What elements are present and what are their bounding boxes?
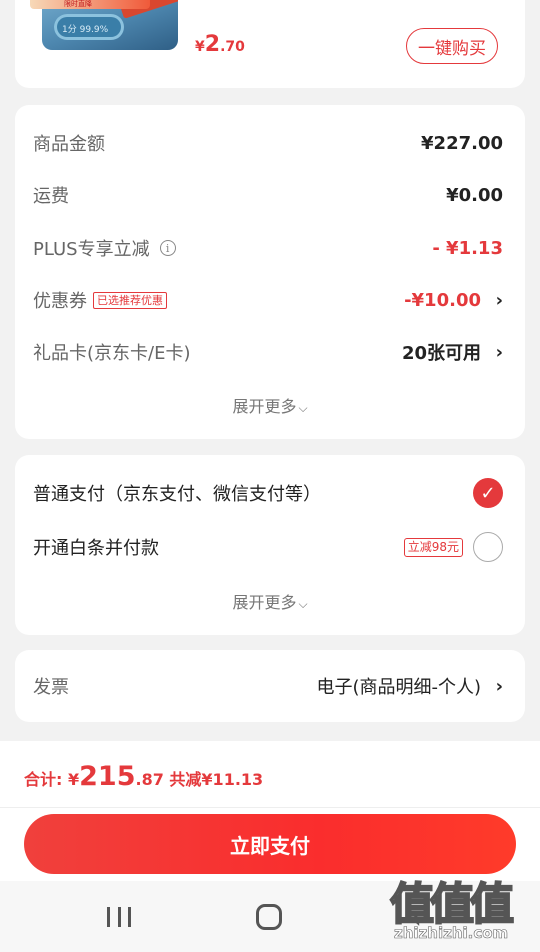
chevron-right-icon: › <box>495 289 503 311</box>
total-saved: 共减¥11.13 <box>169 770 264 789</box>
row-value: - ¥1.13 <box>432 237 503 259</box>
price-dec: .70 <box>220 39 245 55</box>
pay-now-button[interactable]: 立即支付 <box>24 814 516 874</box>
payment-option-label: 普通支付（京东支付、微信支付等） <box>33 484 321 505</box>
site-watermark: 值值值 zhizhizhi.com <box>389 868 536 948</box>
row-label: 商品金额 <box>33 134 105 155</box>
summary-row-goods-amount: 商品金额 ¥227.00 <box>33 128 503 158</box>
summary-row-shipping: 运费 ¥0.00 <box>33 180 503 210</box>
chevron-down-icon: ⌵ <box>298 401 308 415</box>
order-total: 合计: ¥215.87 共减¥11.13 <box>24 761 263 792</box>
invoice-card[interactable]: 发票 电子(商品明细-个人) › <box>15 650 525 722</box>
info-icon[interactable]: i <box>159 240 176 256</box>
total-dec: .87 <box>135 770 164 789</box>
recent-apps-icon[interactable] <box>107 907 131 927</box>
watermark-site: zhizhizhi.com <box>394 924 509 943</box>
watermark-logo: 值值值 <box>389 878 515 931</box>
summary-row-coupon[interactable]: 优惠券 已选推荐优惠 -¥10.00 › <box>33 285 503 315</box>
row-label: 优惠券 <box>33 291 87 312</box>
total-int: 215 <box>79 761 136 792</box>
price-int: 2 <box>204 32 221 57</box>
promo-banner-text: 限时直降 <box>64 0 92 8</box>
product-price: ¥2.70 <box>195 32 245 57</box>
chevron-right-icon: › <box>495 341 503 363</box>
total-label: 合计: <box>24 770 63 789</box>
check-icon[interactable]: ✓ <box>473 478 503 508</box>
chevron-right-icon: › <box>495 675 503 697</box>
order-summary-card: 商品金额 ¥227.00 运费 ¥0.00 PLUS专享立减 i - ¥1.13… <box>15 105 525 439</box>
total-symbol: ¥ <box>67 770 80 789</box>
expand-more-button[interactable]: 展开更多 ⌵ <box>15 589 525 613</box>
divider <box>0 807 540 808</box>
invoice-value: 电子(商品明细-个人) <box>316 677 481 698</box>
row-value: ¥227.00 <box>421 132 503 154</box>
home-icon[interactable] <box>256 904 282 930</box>
payment-option-normal[interactable]: 普通支付（京东支付、微信支付等） ✓ <box>33 478 503 508</box>
thumbnail-tag: 1分 99.9% <box>62 25 109 35</box>
payment-option-label: 开通白条并付款 <box>33 538 159 559</box>
coupon-badge: 已选推荐优惠 <box>93 291 167 309</box>
invoice-label: 发票 <box>33 677 69 698</box>
row-value: ¥0.00 <box>446 184 503 206</box>
row-value: 20张可用 <box>401 343 481 364</box>
radio-button[interactable] <box>473 532 503 562</box>
expand-label: 展开更多 <box>232 397 297 416</box>
price-symbol: ¥ <box>195 39 205 55</box>
product-card: 1分 99.9% ¥2.70 一键购买 <box>15 0 525 88</box>
promo-banner: 限时直降 <box>30 0 150 9</box>
expand-label: 展开更多 <box>232 593 297 612</box>
payment-method-card: 普通支付（京东支付、微信支付等） ✓ 开通白条并付款 立减98元 展开更多 ⌵ <box>15 455 525 635</box>
summary-row-plus-discount: PLUS专享立减 i - ¥1.13 <box>33 233 503 263</box>
discount-badge: 立减98元 <box>403 537 463 557</box>
expand-more-button[interactable]: 展开更多 ⌵ <box>15 393 525 417</box>
row-label: 运费 <box>33 186 69 207</box>
payment-option-baitiao[interactable]: 开通白条并付款 立减98元 <box>33 532 503 562</box>
chevron-down-icon: ⌵ <box>298 597 308 611</box>
one-click-buy-button[interactable]: 一键购买 <box>406 28 498 64</box>
summary-row-gift-card[interactable]: 礼品卡(京东卡/E卡) 20张可用 › <box>33 337 503 367</box>
checkout-bar: 合计: ¥215.87 共减¥11.13 立即支付 <box>0 741 540 881</box>
row-value: -¥10.00 <box>404 289 481 311</box>
row-label: PLUS专享立减 <box>33 239 150 260</box>
row-label: 礼品卡(京东卡/E卡) <box>33 343 191 364</box>
invoice-row[interactable]: 发票 电子(商品明细-个人) › <box>33 671 503 701</box>
